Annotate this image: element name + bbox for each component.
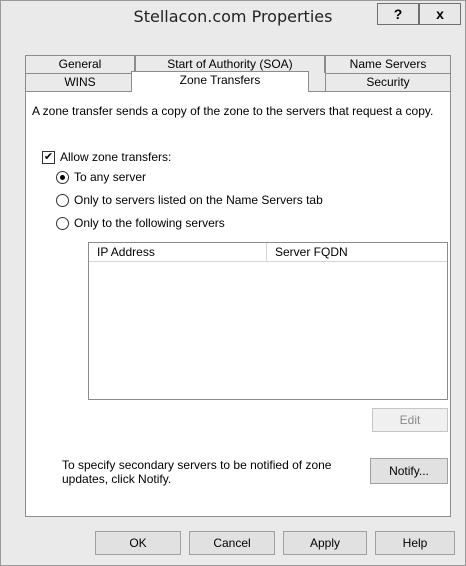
ok-button[interactable]: OK (95, 531, 181, 555)
properties-dialog: Stellacon.com Properties ? x General Sta… (0, 0, 466, 566)
tab-general[interactable]: General (25, 55, 135, 73)
close-button[interactable]: x (419, 3, 461, 25)
notify-description-line-2: updates, click Notify. (62, 472, 172, 486)
checkmark-icon: ✔ (43, 151, 54, 163)
title-bar[interactable]: Stellacon.com Properties ? x (1, 1, 465, 31)
column-header-ip-address[interactable]: IP Address (89, 243, 267, 262)
radio-following-servers[interactable] (56, 217, 69, 230)
cancel-button[interactable]: Cancel (189, 531, 275, 555)
tab-name-servers[interactable]: Name Servers (325, 55, 451, 73)
radio-any-server-label: To any server (74, 170, 147, 184)
zone-transfers-panel: A zone transfer sends a copy of the zone… (25, 91, 451, 517)
apply-button[interactable]: Apply (283, 531, 367, 555)
radio-selected-dot (60, 175, 65, 180)
radio-name-servers-tab-label: Only to servers listed on the Name Serve… (74, 193, 323, 207)
notify-button[interactable]: Notify... (370, 458, 448, 484)
column-header-server-fqdn[interactable]: Server FQDN (267, 243, 447, 262)
server-list[interactable]: IP Address Server FQDN (88, 242, 448, 400)
radio-following-servers-label: Only to the following servers (74, 216, 225, 230)
radio-any-server[interactable] (56, 171, 69, 184)
tab-security[interactable]: Security (325, 73, 451, 91)
tab-wins[interactable]: WINS (25, 73, 135, 91)
description-text: A zone transfer sends a copy of the zone… (32, 104, 434, 118)
allow-zone-transfers-label: Allow zone transfers: (60, 150, 172, 164)
radio-name-servers-tab[interactable] (56, 194, 69, 207)
help-button[interactable]: Help (375, 531, 455, 555)
edit-button[interactable]: Edit (372, 408, 448, 432)
notify-description-line-1: To specify secondary servers to be notif… (62, 458, 332, 472)
tab-zone-transfers[interactable]: Zone Transfers (131, 71, 309, 92)
help-title-button[interactable]: ? (377, 3, 419, 25)
tab-row-2: WINS Zone Transfers Security (25, 71, 451, 92)
allow-zone-transfers-checkbox[interactable]: ✔ (42, 151, 55, 164)
